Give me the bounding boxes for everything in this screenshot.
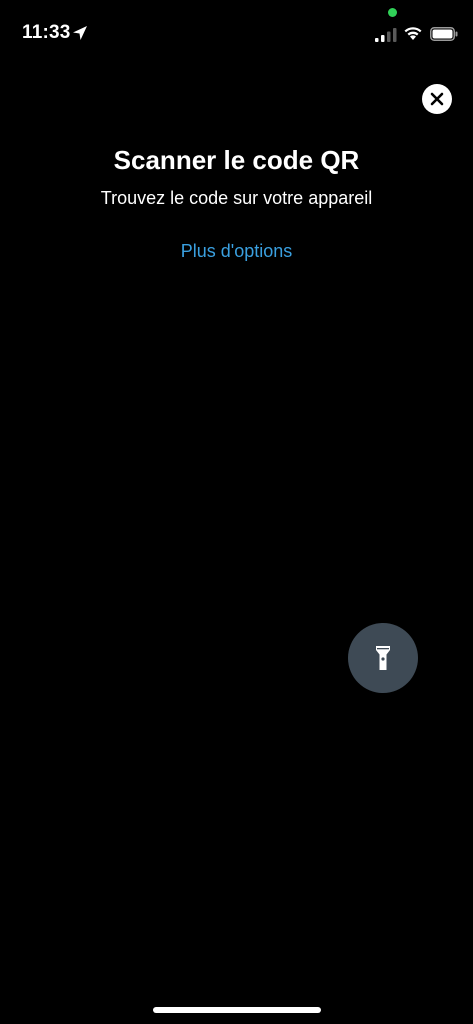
more-options-link[interactable]: Plus d'options xyxy=(0,241,473,262)
location-arrow-icon xyxy=(73,26,87,40)
qr-scanner-screen: 11:33 Scanner le code QR Trouvez le code… xyxy=(0,0,473,1024)
page-subtitle: Trouvez le code sur votre appareil xyxy=(100,188,373,208)
status-bar: 11:33 xyxy=(0,0,473,70)
flashlight-icon xyxy=(376,646,390,670)
status-time: 11:33 xyxy=(22,22,71,43)
wifi-icon xyxy=(404,27,422,40)
close-button[interactable] xyxy=(422,84,452,114)
battery-icon xyxy=(430,27,458,41)
signal-icon xyxy=(375,28,397,42)
camera-in-use-indicator xyxy=(388,8,397,17)
close-icon xyxy=(430,92,444,106)
page-title: Scanner le code QR xyxy=(113,145,360,175)
flashlight-button[interactable] xyxy=(348,623,418,693)
home-indicator[interactable] xyxy=(153,1007,321,1013)
